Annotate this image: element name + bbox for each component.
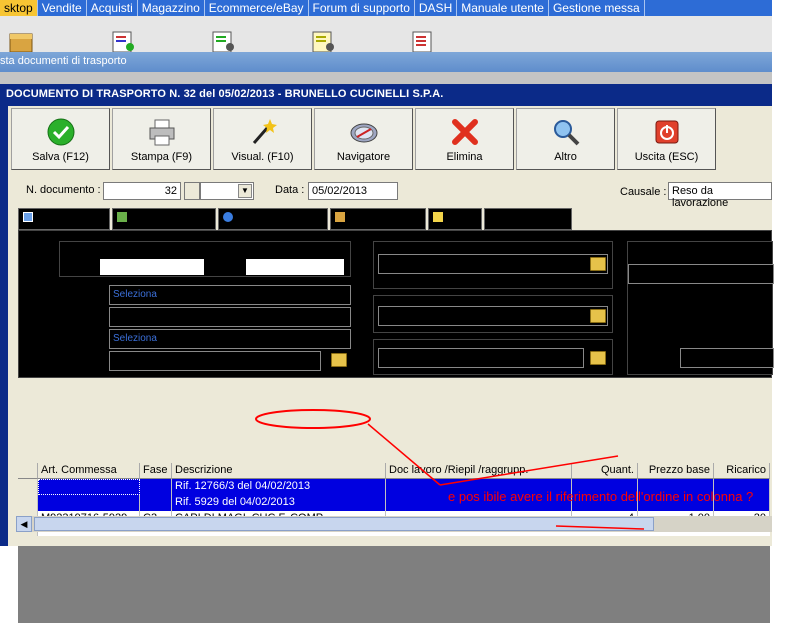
annotation-ellipse	[255, 409, 371, 429]
annotation-arrow-line	[367, 423, 441, 486]
annotation-pointer-line	[439, 455, 619, 486]
annotation-text: e pos ibile avere il riferimento dell'or…	[448, 489, 754, 504]
annotation-underline	[555, 525, 645, 530]
annotation-overlay	[255, 409, 645, 530]
